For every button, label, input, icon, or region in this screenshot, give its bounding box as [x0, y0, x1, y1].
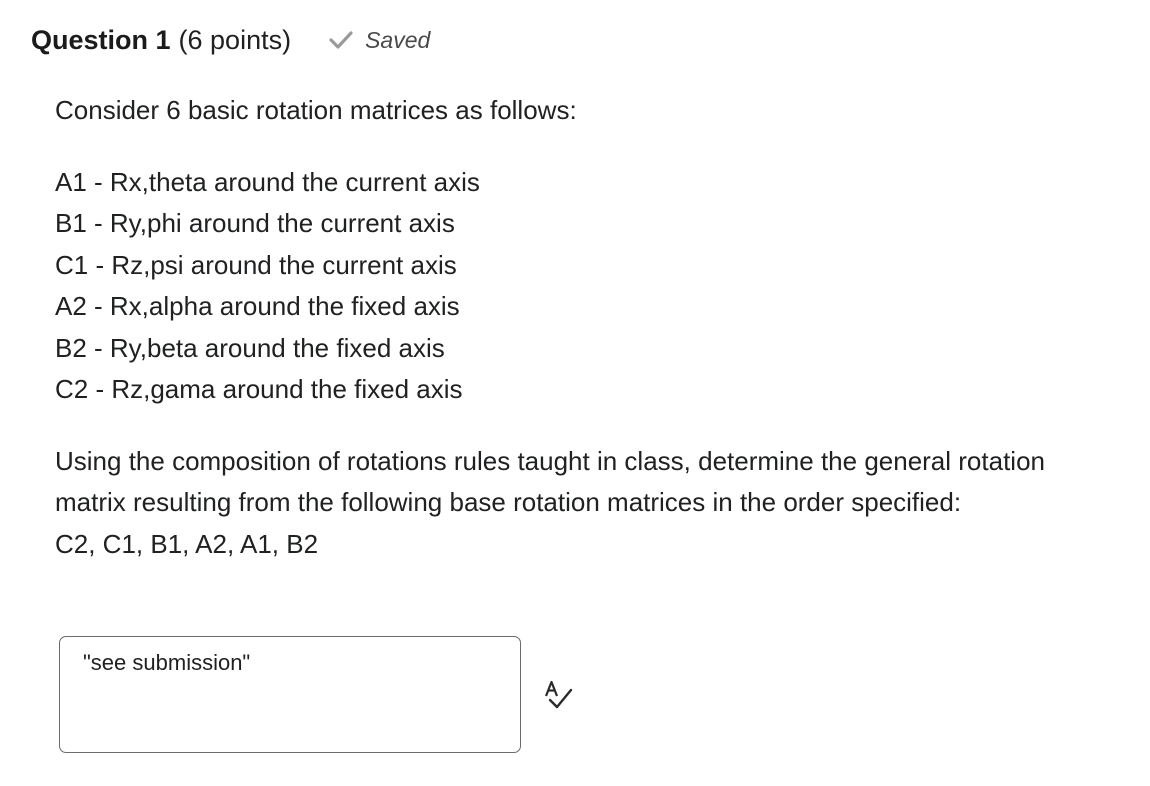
answer-textbox[interactable]: "see submission"	[59, 636, 521, 753]
question-header: Question 1 (6 points) Saved	[31, 22, 430, 58]
matrix-item: B1 - Ry,phi around the current axis	[55, 208, 455, 238]
question-points: (6 points)	[178, 24, 292, 55]
saved-status: Saved	[329, 27, 430, 54]
matrix-item: C2 - Rz,gama around the fixed axis	[55, 374, 463, 404]
saved-label: Saved	[365, 26, 431, 53]
question-instructions: Using the composition of rotations rules…	[55, 445, 1045, 518]
matrix-item: B2 - Ry,beta around the fixed axis	[55, 332, 445, 363]
question-body: Consider 6 basic rotation matrices as fo…	[55, 90, 1115, 565]
matrix-list: A1 - Rx,theta around the current axis B1…	[55, 162, 1115, 411]
rotation-order: C2, C1, B1, A2, A1, B2	[55, 528, 319, 559]
question-title: Question 1	[31, 24, 171, 55]
matrix-item: A1 - Rx,theta around the current axis	[55, 166, 480, 197]
spellcheck-button[interactable]	[540, 678, 576, 714]
question-intro: Consider 6 basic rotation matrices as fo…	[55, 95, 577, 125]
spellcheck-icon	[544, 680, 573, 709]
matrix-item: A2 - Rx,alpha around the fixed axis	[55, 291, 460, 321]
check-icon	[329, 31, 353, 49]
matrix-item: C1 - Rz,psi around the current axis	[55, 249, 457, 280]
